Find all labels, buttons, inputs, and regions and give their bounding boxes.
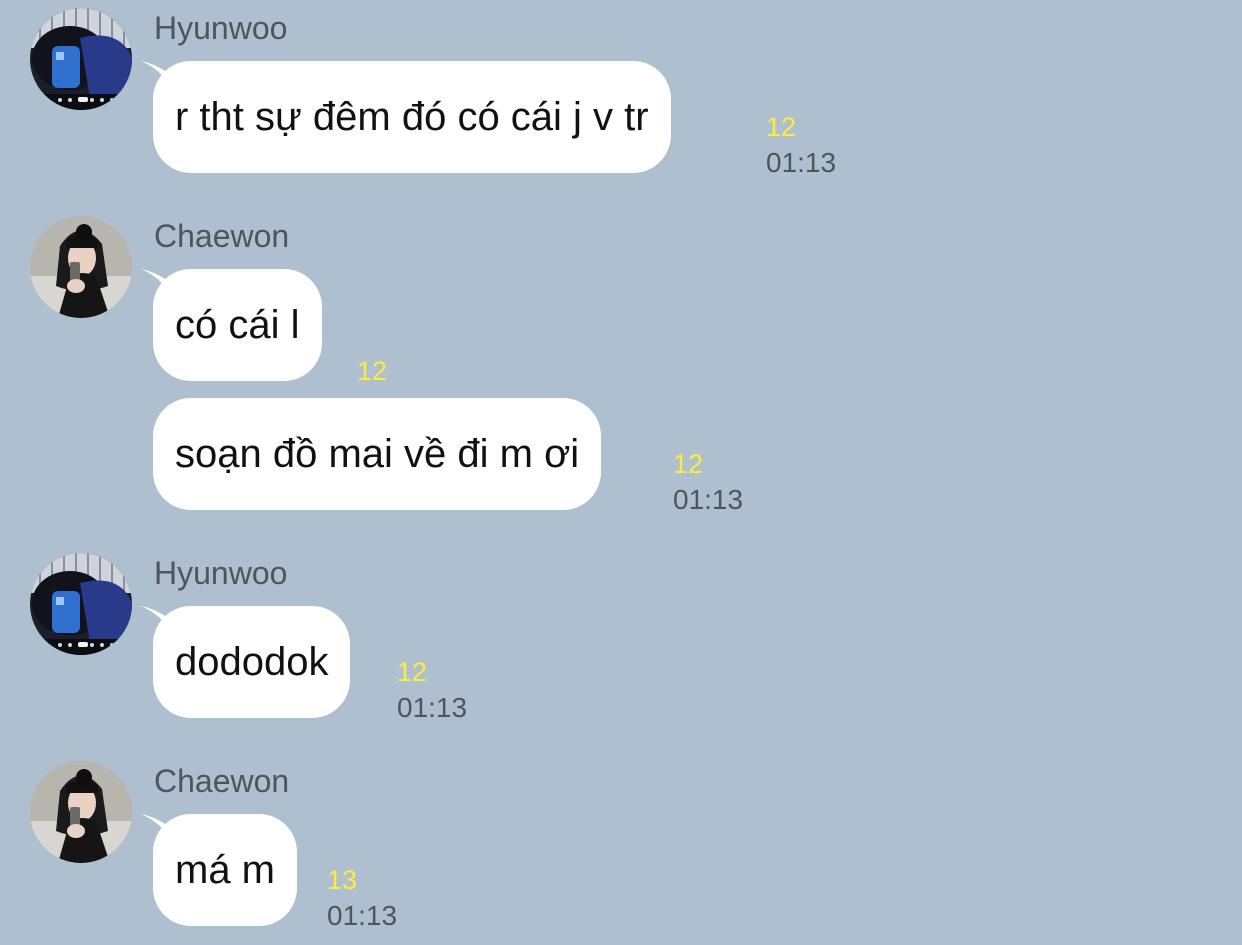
message-meta: 13 01:13	[327, 862, 397, 934]
unread-count: 12	[766, 112, 797, 142]
message: soạn đồ mai về đi m ơi 12 01:13	[153, 398, 743, 515]
sender-name: Hyunwoo	[154, 555, 288, 591]
avatar-hyunwoo-icon[interactable]	[30, 553, 132, 655]
avatar-chaewon-icon[interactable]	[30, 216, 132, 318]
avatar-chaewon-icon[interactable]	[30, 761, 132, 863]
message-bubble[interactable]: má m	[141, 814, 297, 926]
unread-count: 12	[357, 356, 388, 386]
message-meta: 12 01:13	[397, 654, 467, 726]
bubble-tail-icon	[141, 814, 181, 854]
message-bubble[interactable]: r tht sự đêm đó có cái j v tr	[141, 61, 671, 173]
message-meta: 12 01:13	[673, 446, 743, 518]
message-text: r tht sự đêm đó có cái j v tr	[175, 95, 649, 139]
sender-name: Hyunwoo	[154, 10, 288, 46]
message: dododok 12 01:13	[141, 606, 467, 723]
message-text: má m	[175, 848, 275, 892]
sender-name: Chaewon	[154, 218, 290, 254]
message: r tht sự đêm đó có cái j v tr 12 01:13	[141, 61, 836, 178]
unread-count: 13	[327, 865, 358, 895]
unread-count: 12	[397, 657, 428, 687]
sender-name: Chaewon	[154, 763, 290, 799]
bubble-tail-icon	[141, 269, 181, 309]
message-bubble[interactable]: dododok	[141, 606, 351, 718]
avatar-hyunwoo-icon[interactable]	[30, 8, 132, 110]
message-time: 01:13	[673, 484, 744, 515]
message-text: có cái l	[175, 303, 300, 347]
message-bubble[interactable]: có cái l	[141, 269, 322, 381]
message-time: 01:13	[766, 147, 837, 178]
message-text: dododok	[175, 640, 329, 684]
message-time: 01:13	[397, 692, 468, 723]
message-time: 01:13	[327, 900, 398, 931]
message: có cái l 12	[141, 269, 387, 386]
bubble-tail-icon	[141, 61, 181, 101]
message-meta: 12 01:13	[766, 109, 836, 181]
unread-count: 12	[673, 449, 704, 479]
chat-message-list[interactable]: Hyunwoo r tht sự đêm đó có cái j v tr 12…	[0, 0, 1242, 945]
bubble-tail-icon	[141, 606, 181, 646]
message-meta: 12	[357, 353, 387, 389]
message-bubble[interactable]: soạn đồ mai về đi m ơi	[153, 398, 602, 510]
message: má m 13 01:13	[141, 814, 397, 931]
message-text: soạn đồ mai về đi m ơi	[175, 432, 580, 476]
